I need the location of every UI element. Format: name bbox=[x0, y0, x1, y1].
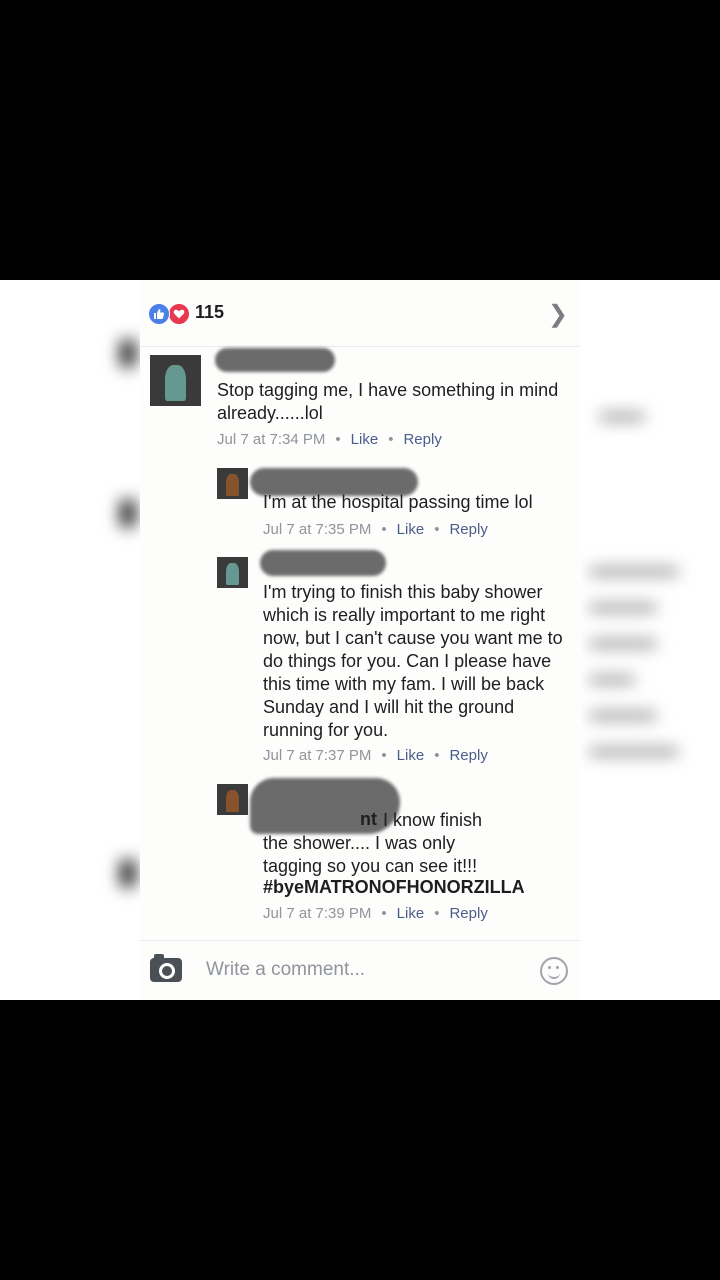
comment-timestamp: Jul 7 at 7:34 PM bbox=[217, 431, 326, 448]
blurred-background-avatar: █ bbox=[120, 340, 136, 365]
comment-text: I'm trying to finish this baby shower wh… bbox=[263, 582, 568, 740]
comment-meta: Jul 7 at 7:39 PM • Like • Reply bbox=[263, 905, 488, 922]
heart-icon bbox=[168, 303, 190, 325]
comment-text: I know finish the shower.... I was only … bbox=[263, 810, 488, 876]
screenshot-frame: ▬▬ ▬▬▬▬ ▬▬▬ ▬▬▬ ▬▬ ▬▬▬ ▬▬▬▬ █ █ █ 115 ❯ Stop … bbox=[0, 280, 720, 1000]
like-link[interactable]: Like bbox=[351, 431, 379, 448]
like-link[interactable]: Like bbox=[397, 905, 425, 922]
thumbs-up-icon bbox=[148, 303, 170, 325]
reactions-bar[interactable]: 115 ❯ bbox=[140, 280, 580, 347]
comment-text: Stop tagging me, I have something in min… bbox=[217, 380, 564, 423]
blurred-background-avatar: █ bbox=[120, 860, 136, 885]
avatar[interactable] bbox=[217, 784, 248, 815]
comment-composer: Write a comment... bbox=[140, 940, 580, 1000]
blurred-background-avatar: █ bbox=[120, 500, 136, 525]
chevron-right-icon[interactable]: ❯ bbox=[548, 300, 568, 329]
blurred-background-text: ▬▬▬▬ ▬▬▬ ▬▬▬ ▬▬ ▬▬▬ ▬▬▬▬ bbox=[590, 555, 678, 760]
redacted-name bbox=[215, 348, 335, 372]
comment-timestamp: Jul 7 at 7:39 PM bbox=[263, 905, 372, 922]
comment-text: I'm at the hospital passing time lol bbox=[263, 492, 533, 512]
comment-meta: Jul 7 at 7:34 PM • Like • Reply bbox=[217, 431, 442, 448]
avatar[interactable] bbox=[150, 355, 201, 406]
comment-meta: Jul 7 at 7:35 PM • Like • Reply bbox=[263, 521, 488, 538]
comments-card: 115 ❯ Stop tagging me, I have something … bbox=[140, 280, 580, 1000]
comment-input[interactable]: Write a comment... bbox=[206, 959, 365, 981]
like-link[interactable]: Like bbox=[397, 521, 425, 538]
redacted-name bbox=[260, 550, 386, 576]
smiley-icon[interactable] bbox=[540, 957, 568, 985]
reply-link[interactable]: Reply bbox=[449, 747, 487, 764]
comment-meta: Jul 7 at 7:37 PM • Like • Reply bbox=[263, 747, 488, 764]
reaction-count: 115 bbox=[195, 302, 225, 322]
like-link[interactable]: Like bbox=[397, 747, 425, 764]
avatar[interactable] bbox=[217, 557, 248, 588]
comment-timestamp: Jul 7 at 7:35 PM bbox=[263, 521, 372, 538]
comment-timestamp: Jul 7 at 7:37 PM bbox=[263, 747, 372, 764]
avatar[interactable] bbox=[217, 468, 248, 499]
reply-link[interactable]: Reply bbox=[449, 905, 487, 922]
camera-icon[interactable] bbox=[150, 954, 182, 982]
blurred-background-text: ▬▬ bbox=[600, 400, 644, 425]
hashtag-link[interactable]: #byeMATRONOFHONORZILLA bbox=[263, 876, 563, 899]
reply-link[interactable]: Reply bbox=[403, 431, 441, 448]
reply-link[interactable]: Reply bbox=[449, 521, 487, 538]
